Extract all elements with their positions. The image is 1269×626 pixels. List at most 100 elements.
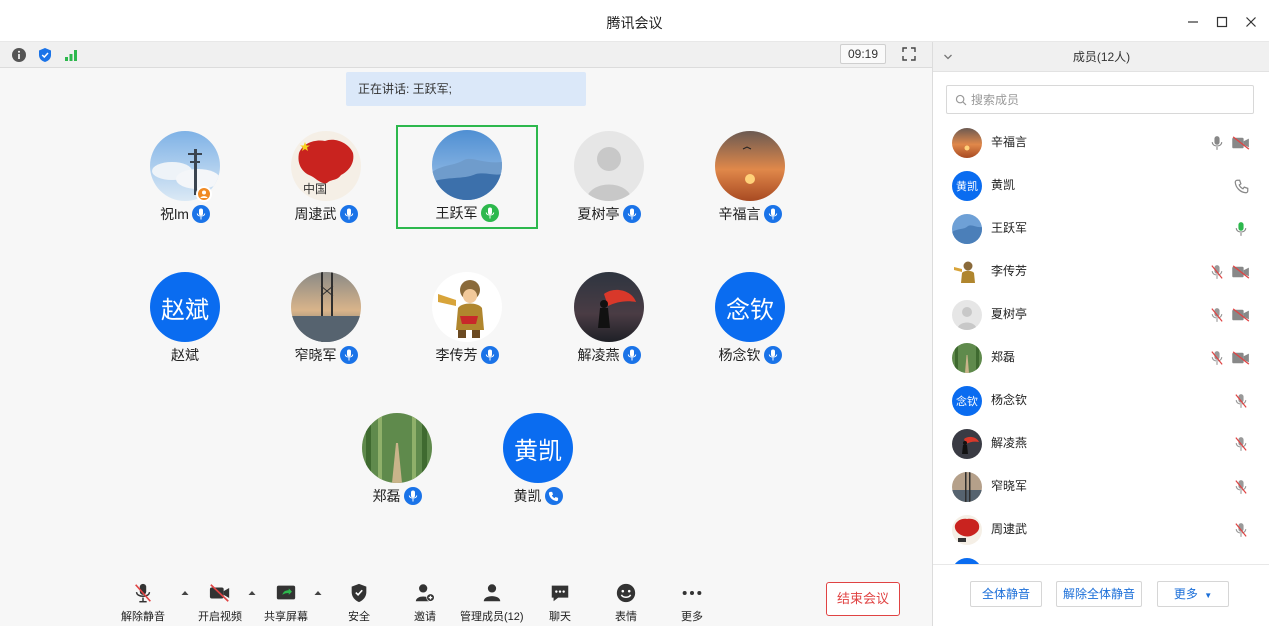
mic-on-icon	[191, 205, 210, 223]
mic-muted-icon[interactable]	[1207, 348, 1227, 368]
minimize-button[interactable]	[1183, 12, 1203, 32]
participant-tile[interactable]: 窄晓军	[255, 267, 397, 371]
mic-muted-icon[interactable]	[1231, 391, 1251, 411]
member-row[interactable]: 周逮武	[933, 508, 1269, 551]
shield-icon	[351, 583, 367, 603]
meeting-info-bar: 09:19	[0, 42, 932, 68]
meeting-area: 09:19 正在讲话: 王跃军; 祝lm 中国 周逮武 王跃军 夏树亭 辛福言 …	[0, 42, 932, 626]
fullscreen-icon	[902, 47, 916, 61]
member-row[interactable]: 李传芳	[933, 250, 1269, 293]
mic-muted-icon[interactable]	[1207, 262, 1227, 282]
mic-on-icon	[339, 205, 358, 223]
security-label: 安全	[348, 611, 370, 623]
panel-more-button[interactable]: 更多 ▼	[1157, 581, 1229, 607]
unmute-label: 解除静音	[121, 611, 165, 623]
participant-tile[interactable]: 念钦 杨念钦	[679, 267, 821, 371]
meeting-timer: 09:19	[840, 44, 886, 64]
participant-tile[interactable]: 夏树亭	[538, 126, 680, 230]
participant-tile[interactable]: 郑磊	[326, 408, 468, 512]
member-row[interactable]: 念钦 杨念钦	[933, 379, 1269, 422]
member-search[interactable]	[946, 85, 1254, 114]
caret-up-icon[interactable]	[313, 588, 323, 598]
info-icon	[12, 48, 26, 62]
avatar	[952, 515, 982, 545]
mic-speaking-icon	[480, 204, 499, 222]
meeting-toolbar: 解除静音 开启视频 共享屏幕 安全 邀请 管理成员(12) 聊天 表情 更多 结…	[0, 572, 932, 626]
mic-muted-icon[interactable]	[1207, 305, 1227, 325]
mic-speaking-icon[interactable]	[1231, 219, 1251, 239]
member-row[interactable]: 夏树亭	[933, 293, 1269, 336]
share-screen-button[interactable]: 共享屏幕	[264, 580, 308, 624]
unmute-all-button[interactable]: 解除全体静音	[1056, 581, 1142, 607]
panel-more-label: 更多	[1173, 587, 1198, 601]
invite-button[interactable]: 邀请	[412, 580, 438, 624]
fullscreen-button[interactable]	[902, 47, 916, 61]
participant-name: 郑磊	[372, 488, 401, 504]
members-panel-header: 成员(12人)	[933, 42, 1269, 72]
caret-up-icon[interactable]	[247, 588, 257, 598]
mic-on-icon	[339, 346, 358, 364]
member-name: 李传芳	[991, 264, 1028, 278]
member-row[interactable]: 郑磊	[933, 336, 1269, 379]
unmute-button[interactable]: 解除静音	[121, 580, 165, 624]
member-row[interactable]: 辛福言	[933, 121, 1269, 164]
chat-button[interactable]: 聊天	[547, 580, 573, 624]
maximize-button[interactable]	[1212, 12, 1232, 32]
security-button[interactable]: 安全	[346, 580, 372, 624]
close-button[interactable]	[1241, 12, 1261, 32]
more-button[interactable]: 更多	[679, 580, 705, 624]
participant-tile[interactable]: 李传芳	[396, 267, 538, 371]
avatar	[952, 214, 982, 244]
info-button[interactable]	[10, 46, 28, 64]
mic-muted-icon[interactable]	[1231, 477, 1251, 497]
member-row[interactable]: 王跃军	[933, 207, 1269, 250]
manage-members-button[interactable]: 管理成员(12)	[460, 580, 524, 624]
member-row[interactable]: 窄晓军	[933, 465, 1269, 508]
end-meeting-button[interactable]: 结束会议	[826, 582, 900, 616]
mic-muted-icon	[135, 583, 151, 603]
participant-tile[interactable]: 黄凯 黄凯	[467, 408, 609, 512]
member-name: 辛福言	[991, 135, 1028, 149]
video-off-icon[interactable]	[1231, 348, 1251, 368]
speaking-indicator: 正在讲话: 王跃军;	[346, 72, 586, 106]
avatar	[952, 429, 982, 459]
member-name: 夏树亭	[991, 307, 1028, 321]
invite-label: 邀请	[414, 611, 436, 623]
member-name: 黄凯	[991, 178, 1016, 192]
mic-muted-icon[interactable]	[1231, 520, 1251, 540]
video-off-icon[interactable]	[1231, 262, 1251, 282]
participant-tile[interactable]: 解凌燕	[538, 267, 680, 371]
participant-tile[interactable]: 祝lm	[114, 126, 256, 230]
participant-name: 解凌燕	[577, 347, 620, 363]
video-off-icon[interactable]	[1231, 133, 1251, 153]
mic-muted-icon[interactable]	[1231, 434, 1251, 454]
close-icon	[1246, 17, 1256, 27]
search-input[interactable]	[971, 92, 1241, 107]
security-status-button[interactable]	[36, 46, 54, 64]
signal-bars-icon	[65, 50, 77, 61]
caret-up-icon[interactable]	[180, 588, 190, 598]
member-row[interactable]: 黄凯 黄凯	[933, 164, 1269, 207]
avatar	[952, 257, 982, 287]
reactions-button[interactable]: 表情	[613, 580, 639, 624]
member-row[interactable]: 解凌燕	[933, 422, 1269, 465]
participant-tile[interactable]: 赵斌 赵斌	[114, 267, 256, 371]
start-video-button[interactable]: 开启视频	[198, 580, 242, 624]
mute-all-button[interactable]: 全体静音	[970, 581, 1042, 607]
mic-on-icon[interactable]	[1207, 133, 1227, 153]
phone-icon[interactable]	[1231, 176, 1251, 196]
maximize-icon	[1216, 16, 1228, 28]
avatar: 念钦	[952, 386, 982, 416]
video-off-icon[interactable]	[1231, 305, 1251, 325]
participant-tile[interactable]: 辛福言	[679, 126, 821, 230]
participant-name: 夏树亭	[577, 206, 620, 222]
participant-tile[interactable]: 中国 周逮武	[255, 126, 397, 230]
participant-name: 祝lm	[160, 206, 189, 222]
member-name: 窄晓军	[991, 479, 1028, 493]
chat-label: 聊天	[549, 611, 571, 623]
network-signal-button[interactable]	[62, 46, 80, 64]
svg-text:中国: 中国	[303, 181, 327, 196]
avatar	[952, 343, 982, 373]
participant-tile-active-speaker[interactable]: 王跃军	[396, 125, 538, 229]
participant-name: 杨念钦	[718, 347, 761, 363]
